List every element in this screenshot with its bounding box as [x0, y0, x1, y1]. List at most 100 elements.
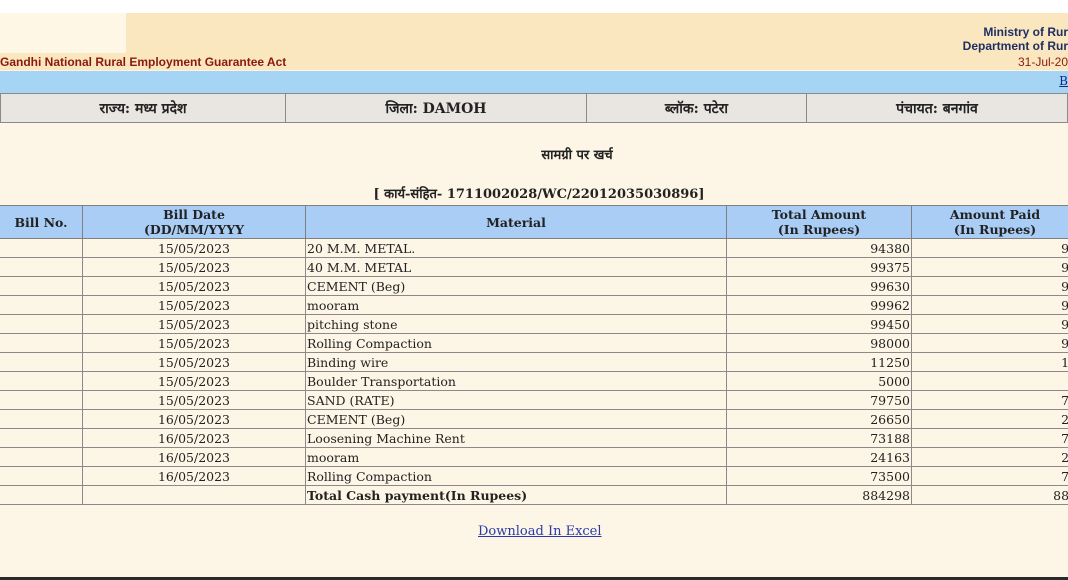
district-cell: जिला: DAMOH	[285, 93, 587, 123]
table-row: 15/05/2023pitching stone9945099	[0, 314, 1068, 334]
total-amount-cell: 98000	[726, 333, 912, 353]
bill-no-cell	[0, 390, 83, 410]
total-amount-cell: 99962	[726, 295, 912, 315]
col-total-amount: Total Amount (In Rupees)	[726, 205, 912, 239]
material-bills-table: Bill No. Bill Date (DD/MM/YYYY Material T…	[0, 205, 1068, 505]
col-bill-no: Bill No.	[0, 205, 83, 239]
bill-date-cell: 16/05/2023	[82, 409, 306, 429]
col-bill-date: Bill Date (DD/MM/YYYY	[82, 205, 306, 239]
total-amount-cell: 73188	[726, 428, 912, 448]
table-row: 15/05/2023Rolling Compaction9800098	[0, 333, 1068, 353]
amount-paid-cell: 11	[911, 352, 1068, 372]
bill-date-cell: 16/05/2023	[82, 428, 306, 448]
total-paid-sum: 884	[911, 485, 1068, 505]
amount-paid-cell: 98	[911, 333, 1068, 353]
bill-no-cell	[0, 409, 83, 429]
amount-paid-cell: 99	[911, 257, 1068, 277]
bill-date-cell: 16/05/2023	[82, 447, 306, 467]
logo-area	[0, 13, 126, 53]
material-cell: pitching stone	[305, 314, 727, 334]
back-link[interactable]: B	[1059, 74, 1068, 88]
bill-no-cell	[0, 371, 83, 391]
bill-no-cell	[0, 352, 83, 372]
amount-paid-cell: 99	[911, 314, 1068, 334]
bill-date-cell: 15/05/2023	[82, 257, 306, 277]
table-row: 15/05/2023Boulder Transportation50005	[0, 371, 1068, 391]
bill-date-cell: 15/05/2023	[82, 238, 306, 258]
bill-date-cell: 15/05/2023	[82, 276, 306, 296]
bill-date-cell: 15/05/2023	[82, 390, 306, 410]
total-amount-cell: 99450	[726, 314, 912, 334]
total-amount-cell: 24163	[726, 447, 912, 467]
amount-paid-cell: 73	[911, 466, 1068, 486]
material-cell: SAND (RATE)	[305, 390, 727, 410]
site-header: Gandhi National Rural Employment Guarant…	[0, 13, 1068, 70]
amount-paid-cell: 73	[911, 428, 1068, 448]
total-amount-cell: 79750	[726, 390, 912, 410]
total-amount-cell: 5000	[726, 371, 912, 391]
amount-paid-cell: 79	[911, 390, 1068, 410]
total-blank-cell	[0, 485, 83, 505]
amount-paid-cell: 24	[911, 447, 1068, 467]
bill-date-cell: 15/05/2023	[82, 352, 306, 372]
bill-no-cell	[0, 466, 83, 486]
table-row: 15/05/2023mooram9996299	[0, 295, 1068, 315]
amount-paid-cell: 99	[911, 276, 1068, 296]
bill-date-cell: 15/05/2023	[82, 371, 306, 391]
col-material: Material	[305, 205, 727, 239]
material-cell: CEMENT (Beg)	[305, 409, 727, 429]
table-row: 16/05/2023Rolling Compaction7350073	[0, 466, 1068, 486]
browser-toolbar-strip	[0, 0, 1068, 13]
nav-band: B	[0, 71, 1068, 93]
department-name: Department of Rur	[962, 39, 1068, 53]
total-amount-cell: 11250	[726, 352, 912, 372]
material-cell: CEMENT (Beg)	[305, 276, 727, 296]
bill-date-cell: 15/05/2023	[82, 314, 306, 334]
total-amount-cell: 99630	[726, 276, 912, 296]
material-cell: Rolling Compaction	[305, 466, 727, 486]
material-cell: Loosening Machine Rent	[305, 428, 727, 448]
material-cell: 40 M.M. METAL	[305, 257, 727, 277]
total-amount-sum: 884298	[726, 485, 912, 505]
bill-no-cell	[0, 276, 83, 296]
amount-paid-cell: 5	[911, 371, 1068, 391]
material-cell: mooram	[305, 295, 727, 315]
page-title: सामग्री पर खर्च	[541, 148, 613, 163]
table-row: 15/05/2023Binding wire1125011	[0, 352, 1068, 372]
bill-date-cell: 15/05/2023	[82, 333, 306, 353]
scheme-name: Gandhi National Rural Employment Guarant…	[0, 55, 287, 69]
table-header-row: Bill No. Bill Date (DD/MM/YYYY Material T…	[0, 205, 1068, 239]
block-cell: ब्लॉक: पटेरा	[586, 93, 807, 123]
material-cell: mooram	[305, 447, 727, 467]
download-excel-link[interactable]: Download In Excel	[478, 524, 602, 539]
table-row: 15/05/202340 M.M. METAL9937599	[0, 257, 1068, 277]
material-cell: Rolling Compaction	[305, 333, 727, 353]
location-bar: राज्य: मध्य प्रदेश जिला: DAMOH ब्लॉक: पट…	[0, 93, 1068, 123]
panchayat-cell: पंचायत: बनगांव	[806, 93, 1068, 123]
material-cell: Binding wire	[305, 352, 727, 372]
table-row: 16/05/2023CEMENT (Beg)2665026	[0, 409, 1068, 429]
total-amount-cell: 94380	[726, 238, 912, 258]
bill-no-cell	[0, 257, 83, 277]
col-amount-paid: Amount Paid (In Rupees)	[911, 205, 1068, 239]
bill-no-cell	[0, 447, 83, 467]
amount-paid-cell: 94	[911, 238, 1068, 258]
ministry-name: Ministry of Rur	[983, 25, 1068, 39]
bill-no-cell	[0, 295, 83, 315]
bill-no-cell	[0, 333, 83, 353]
total-row: Total Cash payment(In Rupees)884298884	[0, 485, 1068, 505]
bill-date-cell: 16/05/2023	[82, 466, 306, 486]
total-amount-cell: 26650	[726, 409, 912, 429]
header-date: 31-Jul-20	[1017, 55, 1068, 69]
total-blank-cell	[82, 485, 306, 505]
bill-no-cell	[0, 428, 83, 448]
total-amount-cell: 99375	[726, 257, 912, 277]
table-row: 16/05/2023mooram2416324	[0, 447, 1068, 467]
state-cell: राज्य: मध्य प्रदेश	[0, 93, 286, 123]
bill-date-cell: 15/05/2023	[82, 295, 306, 315]
work-code: [ कार्य-संहित- 1711002028/WC/22012035030…	[373, 187, 705, 202]
bill-no-cell	[0, 238, 83, 258]
amount-paid-cell: 99	[911, 295, 1068, 315]
total-amount-cell: 73500	[726, 466, 912, 486]
amount-paid-cell: 26	[911, 409, 1068, 429]
